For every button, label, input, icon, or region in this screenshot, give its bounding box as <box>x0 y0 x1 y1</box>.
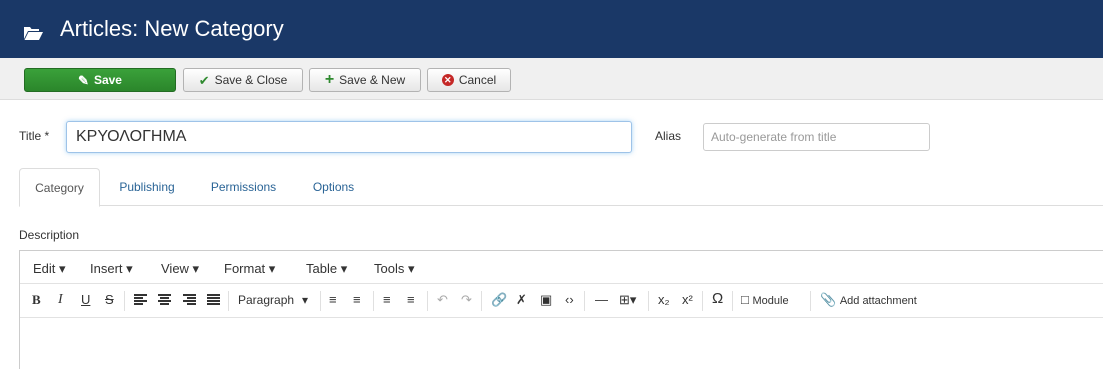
image-icon[interactable]: ▣ <box>540 292 552 308</box>
outdent-icon[interactable]: ≡ <box>383 292 391 308</box>
align-justify-icon[interactable] <box>207 294 220 305</box>
align-right-icon[interactable] <box>183 294 196 305</box>
paperclip-icon: 📎 <box>820 292 837 307</box>
folder-open-icon <box>24 27 43 40</box>
editor-content-area[interactable] <box>20 318 1103 369</box>
add-attachment-label: Add attachment <box>839 295 917 307</box>
special-character-icon[interactable]: Ω <box>712 291 723 307</box>
toolbar-divider <box>481 291 482 311</box>
check-icon: ✔ <box>198 72 210 88</box>
editor-menubar: Edit ▾ Insert ▾ View ▾ Format ▾ Table ▾ … <box>20 251 1103 284</box>
title-input[interactable] <box>66 121 632 153</box>
italic-button[interactable]: I <box>58 292 63 308</box>
module-label: Module <box>752 295 789 307</box>
toolbar-divider <box>584 291 585 311</box>
toolbar-divider <box>810 291 811 311</box>
code-icon[interactable]: ‹› <box>565 292 574 308</box>
numbered-list-icon[interactable]: ≡ <box>353 292 361 308</box>
cancel-label: Cancel <box>458 73 497 87</box>
tab-category[interactable]: Category <box>19 168 100 207</box>
table-icon[interactable]: ⊞▾ <box>619 292 636 308</box>
page-title: Articles: New Category <box>60 16 284 41</box>
unlink-icon[interactable]: ✗ <box>516 292 527 308</box>
cancel-icon: ✕ <box>441 74 454 86</box>
cancel-button[interactable]: ✕ Cancel <box>427 68 511 92</box>
align-center-icon[interactable] <box>158 294 171 305</box>
menu-insert[interactable]: Insert ▾ <box>90 261 133 277</box>
align-left-icon[interactable] <box>134 294 147 305</box>
tab-bar: Category Publishing Permissions Options <box>19 168 1103 207</box>
superscript-icon[interactable]: x² <box>682 292 693 308</box>
tab-permissions[interactable]: Permissions <box>206 168 281 206</box>
menu-edit[interactable]: Edit ▾ <box>33 261 66 277</box>
chevron-down-icon[interactable]: ▾ <box>302 292 308 308</box>
menu-format[interactable]: Format ▾ <box>224 261 275 277</box>
toolbar-divider <box>124 291 125 311</box>
alias-label: Alias <box>655 129 682 143</box>
title-label: Title * <box>19 129 50 143</box>
paragraph-format-select[interactable]: Paragraph <box>238 292 294 308</box>
add-attachment-button[interactable]: 📎 Add attachment <box>820 292 917 309</box>
toolbar-divider <box>732 291 733 311</box>
edit-icon: ✎ <box>78 72 89 88</box>
toolbar-divider <box>648 291 649 311</box>
rich-text-editor: Edit ▾ Insert ▾ View ▾ Format ▾ Table ▾ … <box>19 250 1103 369</box>
horizontal-rule-icon[interactable]: — <box>595 292 608 308</box>
undo-icon[interactable]: ↶ <box>437 292 448 308</box>
tab-options[interactable]: Options <box>311 168 356 206</box>
underline-button[interactable]: U <box>81 292 90 308</box>
save-new-button[interactable]: + Save & New <box>309 68 421 92</box>
toolbar-divider <box>702 291 703 311</box>
save-new-label: Save & New <box>339 73 406 87</box>
description-label: Description <box>19 228 80 242</box>
menu-table[interactable]: Table ▾ <box>306 261 347 277</box>
save-close-label: Save & Close <box>214 73 288 87</box>
menu-tools[interactable]: Tools ▾ <box>374 261 415 277</box>
editor-toolbar: B I U S Paragraph ▾ ≡ ≡ ≡ ≡ ↶ ↷ 🔗 ✗ ▣ ‹›… <box>20 284 1103 318</box>
toolbar-divider <box>427 291 428 311</box>
tab-publishing[interactable]: Publishing <box>115 168 179 206</box>
save-close-button[interactable]: ✔ Save & Close <box>183 68 303 92</box>
bold-button[interactable]: B <box>32 292 41 308</box>
toolbar-divider <box>373 291 374 311</box>
save-label: Save <box>93 73 122 87</box>
indent-icon[interactable]: ≡ <box>407 292 415 308</box>
menu-view[interactable]: View ▾ <box>161 261 199 277</box>
module-button[interactable]: □ Module <box>741 292 789 309</box>
action-toolbar: ✎ Save ✔ Save & Close + Save & New ✕ Can… <box>0 58 1103 100</box>
redo-icon[interactable]: ↷ <box>461 292 472 308</box>
save-button[interactable]: ✎ Save <box>24 68 176 92</box>
alias-input[interactable] <box>703 123 930 151</box>
subscript-icon[interactable]: x₂ <box>658 292 670 308</box>
page-header: Articles: New Category <box>0 0 1103 58</box>
module-icon: □ <box>741 292 749 307</box>
link-icon[interactable]: 🔗 <box>491 292 507 308</box>
toolbar-divider <box>228 291 229 311</box>
bullet-list-icon[interactable]: ≡ <box>329 292 337 308</box>
strikethrough-button[interactable]: S <box>105 292 114 308</box>
toolbar-divider <box>320 291 321 311</box>
plus-icon: + <box>324 71 335 88</box>
